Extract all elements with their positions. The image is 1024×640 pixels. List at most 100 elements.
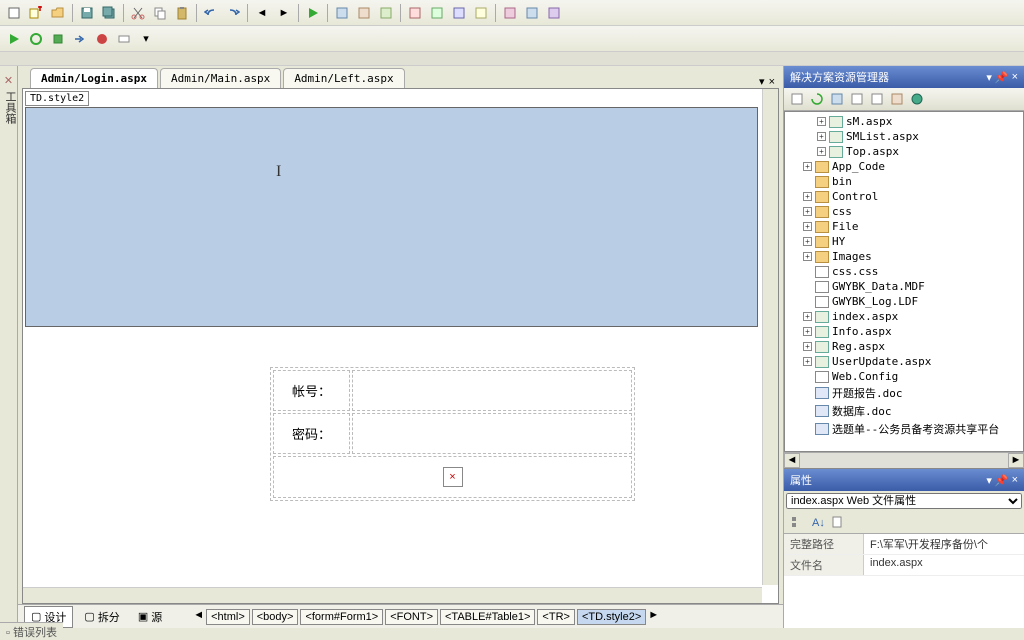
tree-item[interactable]: +UserUpdate.aspx [789, 354, 1019, 369]
tree-item[interactable]: 数据库.doc [789, 402, 1019, 420]
generic-icon[interactable] [405, 3, 425, 23]
tab-left[interactable]: Admin/Left.aspx [283, 68, 404, 88]
tree-item[interactable]: +index.aspx [789, 309, 1019, 324]
design-cell-top[interactable]: I [25, 107, 758, 327]
solution-tree[interactable]: +sM.aspx+SMList.aspx+Top.aspx+App_Codebi… [785, 112, 1023, 440]
crumb-td[interactable]: <TD.style2> [577, 609, 646, 625]
config-icon[interactable]: ▾ [136, 29, 156, 49]
crumb-nav-left[interactable]: ◄ [193, 609, 204, 625]
properties-icon[interactable] [788, 90, 806, 108]
rebuild-icon[interactable] [26, 29, 46, 49]
save-icon[interactable] [77, 3, 97, 23]
crumb-nav-right[interactable]: ► [648, 609, 659, 625]
error-list-tab[interactable]: ▫ 错误列表 [6, 624, 57, 640]
nav-back-icon[interactable]: ◄ [252, 3, 272, 23]
table-row[interactable]: 帐号： [273, 370, 632, 411]
expand-icon[interactable]: + [803, 312, 812, 321]
scroll-right-icon[interactable]: ► [1008, 453, 1024, 468]
save-all-icon[interactable] [99, 3, 119, 23]
props-page-icon[interactable] [828, 513, 846, 531]
build-icon[interactable] [4, 29, 24, 49]
tree-item[interactable]: +File [789, 219, 1019, 234]
crumb-body[interactable]: <body> [252, 609, 299, 625]
table-row[interactable]: × [273, 456, 632, 498]
paste-icon[interactable] [172, 3, 192, 23]
watch-icon[interactable] [114, 29, 134, 49]
crumb-font[interactable]: <FONT> [385, 609, 438, 625]
tree-item[interactable]: 选题单--公务员备考资源共享平台 [789, 420, 1019, 438]
tree-item[interactable]: Web.Config [789, 369, 1019, 384]
property-value[interactable]: index.aspx [864, 555, 1024, 575]
add-item-icon[interactable] [26, 3, 46, 23]
design-cell-bottom[interactable]: 帐号： 密码： × [25, 349, 758, 579]
tab-close-icon[interactable]: × [769, 76, 775, 88]
table-row[interactable]: 密码： [273, 413, 632, 454]
generic-icon[interactable] [500, 3, 520, 23]
breakpoint-icon[interactable] [92, 29, 112, 49]
panel-dropdown-icon[interactable]: ▾ [986, 474, 992, 487]
designer-vscroll[interactable] [762, 89, 778, 585]
tree-item[interactable]: +SMList.aspx [789, 129, 1019, 144]
redo-icon[interactable] [223, 3, 243, 23]
crumb-form[interactable]: <form#Form1> [300, 609, 383, 625]
tree-item[interactable]: +HY [789, 234, 1019, 249]
copy-icon[interactable] [150, 3, 170, 23]
generic-icon[interactable] [354, 3, 374, 23]
run-icon[interactable] [303, 3, 323, 23]
property-row[interactable]: 文件名index.aspx [784, 555, 1024, 576]
login-form-table[interactable]: 帐号： 密码： × [270, 367, 635, 501]
expand-icon[interactable]: + [803, 357, 812, 366]
panel-dropdown-icon[interactable]: ▾ [986, 71, 992, 84]
label-cell-username[interactable]: 帐号： [273, 370, 350, 411]
open-icon[interactable] [48, 3, 68, 23]
label-cell-password[interactable]: 密码： [273, 413, 350, 454]
expand-icon[interactable]: + [803, 207, 812, 216]
panel-pin-icon[interactable]: 📌 [995, 474, 1009, 487]
alphabetical-icon[interactable]: A↓ [808, 513, 826, 531]
scroll-left-icon[interactable]: ◄ [784, 453, 800, 468]
tree-item[interactable]: +Images [789, 249, 1019, 264]
panel-pin-icon[interactable]: 📌 [995, 71, 1009, 84]
expand-icon[interactable]: + [817, 132, 826, 141]
panel-close-icon[interactable]: × [1012, 474, 1018, 487]
properties-grid[interactable]: 完整路径F:\军军\开发程序备份\个文件名index.aspx [784, 534, 1024, 628]
expand-icon[interactable]: + [817, 117, 826, 126]
cut-icon[interactable] [128, 3, 148, 23]
view-designer-icon[interactable] [868, 90, 886, 108]
generic-icon[interactable] [449, 3, 469, 23]
view-split-button[interactable]: ▢ 拆分 [77, 606, 126, 628]
expand-icon[interactable]: + [817, 147, 826, 156]
generic-icon[interactable] [522, 3, 542, 23]
generic-icon[interactable] [544, 3, 564, 23]
nest-icon[interactable] [828, 90, 846, 108]
expand-icon[interactable]: + [803, 252, 812, 261]
generic-icon[interactable] [427, 3, 447, 23]
crumb-tr[interactable]: <TR> [537, 609, 575, 625]
asp-config-icon[interactable] [908, 90, 926, 108]
submit-cell[interactable]: × [273, 456, 632, 498]
copy-website-icon[interactable] [888, 90, 906, 108]
tree-item[interactable]: +Info.aspx [789, 324, 1019, 339]
tree-item[interactable]: +sM.aspx [789, 114, 1019, 129]
generic-icon[interactable] [471, 3, 491, 23]
tree-item[interactable]: css.css [789, 264, 1019, 279]
generic-icon[interactable] [376, 3, 396, 23]
undo-icon[interactable] [201, 3, 221, 23]
input-cell-username[interactable] [352, 370, 632, 411]
tree-item[interactable]: +Reg.aspx [789, 339, 1019, 354]
debug-icon[interactable] [48, 29, 68, 49]
tab-login[interactable]: Admin/Login.aspx [30, 68, 158, 88]
property-row[interactable]: 完整路径F:\军军\开发程序备份\个 [784, 534, 1024, 555]
designer-hscroll[interactable] [23, 587, 762, 603]
tree-item[interactable]: 开题报告.doc [789, 384, 1019, 402]
tree-item[interactable]: GWYBK_Data.MDF [789, 279, 1019, 294]
tree-item[interactable]: +App_Code [789, 159, 1019, 174]
tree-item[interactable]: +Top.aspx [789, 144, 1019, 159]
tree-item[interactable]: +Control [789, 189, 1019, 204]
property-value[interactable]: F:\军军\开发程序备份\个 [864, 534, 1024, 554]
properties-object-selector[interactable]: index.aspx Web 文件属性 [786, 493, 1022, 509]
crumb-html[interactable]: <html> [206, 609, 250, 625]
expand-icon[interactable]: + [803, 237, 812, 246]
panel-close-icon[interactable]: × [1012, 71, 1018, 84]
crumb-table[interactable]: <TABLE#Table1> [440, 609, 535, 625]
